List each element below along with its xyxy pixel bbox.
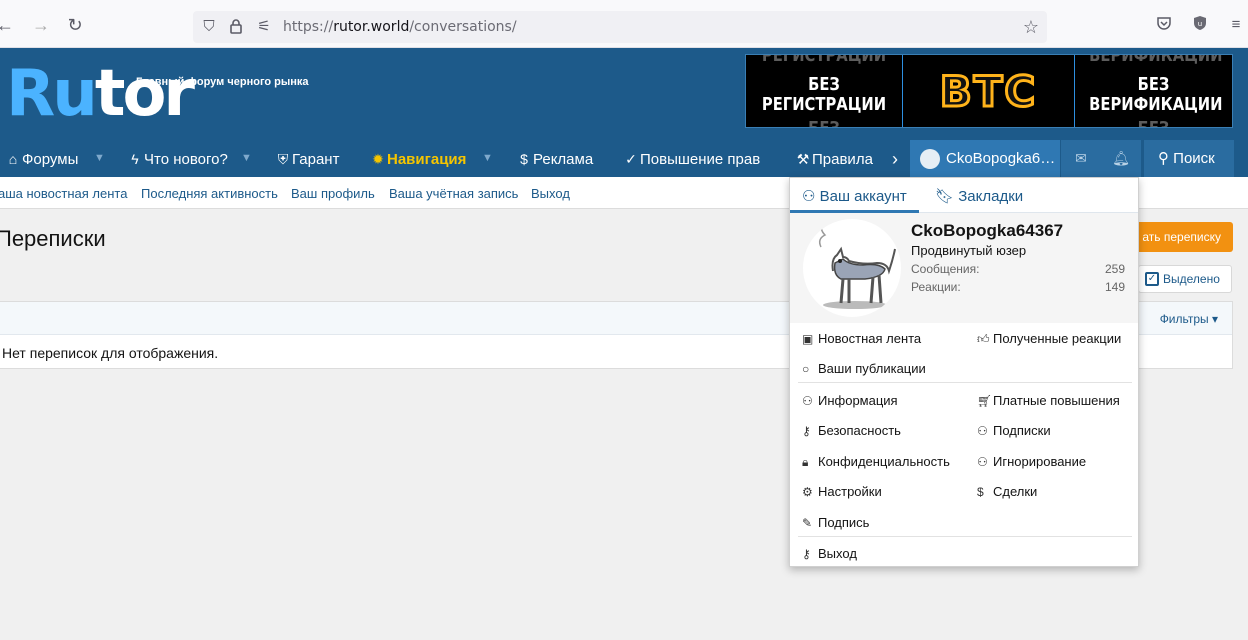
profile-user-title: Продвинутый юзер <box>911 243 1027 258</box>
envelope-icon[interactable]: ✉ <box>1061 140 1101 177</box>
menu-paid-upgrades[interactable]: 🛒︎Платные повышения <box>977 393 1120 408</box>
rss-icon: ▣ <box>802 332 814 346</box>
menu-news-feed[interactable]: ▣ Новостная лента <box>802 331 921 346</box>
dollar-icon: $ <box>520 151 528 167</box>
stat-reactions: Реакции: 149 <box>911 280 1125 294</box>
menu-information[interactable]: ⚇ Информация <box>802 393 898 408</box>
cart-icon: 🛒︎ <box>977 394 993 408</box>
nav-forums[interactable]: ⌂ Форумы <box>4 140 79 177</box>
checkbox-icon: ✓ <box>1145 272 1159 286</box>
empty-message: Нет переписок для отображения. <box>2 345 219 361</box>
dollar-circle-icon: $ <box>977 485 984 499</box>
nav-whats-new[interactable]: ϟ Что нового? <box>126 140 228 177</box>
chevron-down-icon[interactable]: ▼ <box>94 140 105 177</box>
menu-privacy[interactable]: 🔒︎ Конфиденциальность <box>802 454 950 470</box>
menu-divider <box>798 382 1132 383</box>
menu-tabs: ⚇ Ваш аккаунт 🔖︎ Закладки <box>790 178 1138 213</box>
banner-no-registration: РЕГИСТРАЦИИ БЕЗРЕГИСТРАЦИИ БЕЗ <box>746 55 903 127</box>
menu-security[interactable]: ⚷ Безопасность <box>802 423 901 438</box>
avatar <box>920 149 940 169</box>
menu-logout[interactable]: ⚷ Выход <box>802 546 857 561</box>
banner-btc: BTC <box>903 55 1075 127</box>
main-nav: ⌂ Форумы ▼ ϟ Что нового? ▼ ⛨ Гарант ✹ Навига… <box>0 140 1248 177</box>
nav-rules[interactable]: ⚒ Правила <box>794 140 873 177</box>
page-title: Переписки <box>0 226 106 251</box>
home-icon: ⌂ <box>8 151 18 167</box>
menu-icon[interactable]: ≡ <box>1226 15 1246 35</box>
stat-messages: Сообщения: 259 <box>911 262 1125 276</box>
subnav-latest-activity[interactable]: Последняя активность <box>141 186 278 201</box>
gears-icon: ⚙ <box>802 485 813 499</box>
site-logo[interactable]: Rutor Главный форум черного рынка <box>6 58 309 130</box>
bookmark-icon: 🔖︎ <box>935 188 955 205</box>
menu-your-posts[interactable]: ○ Ваши публикации <box>802 361 926 376</box>
browser-toolbar: ← → ↻ ⛉ ⚟ https://rutor.world/conversati… <box>0 0 1248 48</box>
fire-icon: ✹ <box>372 151 384 167</box>
bookmark-star-icon[interactable]: ☆ <box>1023 17 1039 38</box>
key-icon: ⚷ <box>802 424 811 438</box>
menu-signature[interactable]: ✎ Подпись <box>802 515 869 530</box>
lock-icon[interactable] <box>227 18 245 36</box>
site-header: Rutor Главный форум черного рынка РЕГИСТ… <box>0 48 1248 140</box>
back-icon[interactable]: ← <box>0 14 16 36</box>
check-circle-icon: ✓ <box>625 151 637 167</box>
banner-no-verification: ВЕРИФИКАЦИИ БЕЗВЕРИФИКАЦИИ БЕЗ <box>1089 55 1223 127</box>
user-x-icon: ⚇ <box>977 455 988 469</box>
user-plus-icon: ⚇ <box>977 424 988 438</box>
comment-icon: ○ <box>802 362 810 376</box>
ublock-icon[interactable]: u <box>1190 15 1210 35</box>
search-icon: ⚲ <box>1158 150 1169 167</box>
user-icon: ⚇ <box>802 188 816 205</box>
bell-icon[interactable]: 🔔︎ <box>1101 140 1141 177</box>
shield-icon[interactable]: ⛉ <box>200 18 218 36</box>
nav-search[interactable]: ⚲ Поиск <box>1144 140 1234 177</box>
shield-check-icon: ⛨ <box>277 151 289 167</box>
nav-upgrade[interactable]: ✓ Повышение прав <box>622 140 760 177</box>
svg-text:u: u <box>1198 20 1202 28</box>
forward-icon[interactable]: → <box>30 14 52 36</box>
profile-card: CkoBopogka64367 Продвинутый юзер Сообщен… <box>790 213 1138 323</box>
user-icon: ⚇ <box>802 394 813 408</box>
subnav-news-feed[interactable]: аша новостная лента <box>0 186 127 201</box>
menu-received-reactions[interactable]: 👍︎ Полученные реакции <box>977 331 1121 347</box>
key-icon: ⚷ <box>802 547 811 561</box>
filters-button[interactable]: Фильтры ▾ <box>1160 312 1218 326</box>
subnav-profile[interactable]: Ваш профиль <box>291 186 375 201</box>
chevron-down-icon[interactable]: ▼ <box>482 140 493 177</box>
pen-icon: ✎ <box>802 516 813 530</box>
permissions-icon[interactable]: ⚟ <box>255 18 273 36</box>
reload-icon[interactable]: ↻ <box>64 14 86 36</box>
thumbs-up-icon: 👍︎ <box>977 332 990 346</box>
selected-button[interactable]: ✓ Выделено <box>1138 265 1232 293</box>
address-bar[interactable]: ⛉ ⚟ https://rutor.world/conversations/ ☆ <box>193 11 1047 43</box>
chevron-right-icon[interactable]: › <box>892 140 898 177</box>
nav-user-menu[interactable]: CkoBopogka6… <box>910 140 1060 177</box>
nav-guarantee[interactable]: ⛨ Гарант <box>274 140 340 177</box>
chevron-down-icon[interactable]: ▼ <box>241 140 252 177</box>
avatar[interactable] <box>803 219 901 317</box>
menu-divider <box>798 536 1132 537</box>
lock-icon: 🔒︎ <box>802 455 809 469</box>
nav-navigation[interactable]: ✹ Навигация <box>369 140 466 177</box>
menu-settings[interactable]: ⚙ Настройки <box>802 484 882 499</box>
account-dropdown: ⚇ Ваш аккаунт 🔖︎ Закладки CkoBopogka6436… <box>789 177 1139 567</box>
caret-down-icon: ▾ <box>1211 312 1218 326</box>
menu-ignoring[interactable]: ⚇ Игнорирование <box>977 454 1086 469</box>
ad-banner[interactable]: РЕГИСТРАЦИИ БЕЗРЕГИСТРАЦИИ БЕЗ BTC ВЕРИФ… <box>745 54 1233 128</box>
pocket-icon[interactable] <box>1154 15 1174 35</box>
site-tagline: Главный форум черного рынка <box>136 76 309 88</box>
tab-bookmarks[interactable]: 🔖︎ Закладки <box>935 187 1023 205</box>
url-text[interactable]: https://rutor.world/conversations/ <box>283 19 517 35</box>
tab-your-account[interactable]: ⚇ Ваш аккаунт <box>802 187 907 205</box>
nav-ads[interactable]: $ Реклама <box>515 140 593 177</box>
profile-username[interactable]: CkoBopogka64367 <box>911 221 1063 241</box>
menu-deals[interactable]: $ Сделки <box>977 484 1037 499</box>
gavel-icon: ⚒ <box>796 151 810 167</box>
subnav-logout[interactable]: Выход <box>531 186 570 201</box>
subnav-account[interactable]: Ваша учётная запись <box>389 186 518 201</box>
menu-following[interactable]: ⚇ Подписки <box>977 423 1051 438</box>
bolt-icon: ϟ <box>131 151 139 167</box>
